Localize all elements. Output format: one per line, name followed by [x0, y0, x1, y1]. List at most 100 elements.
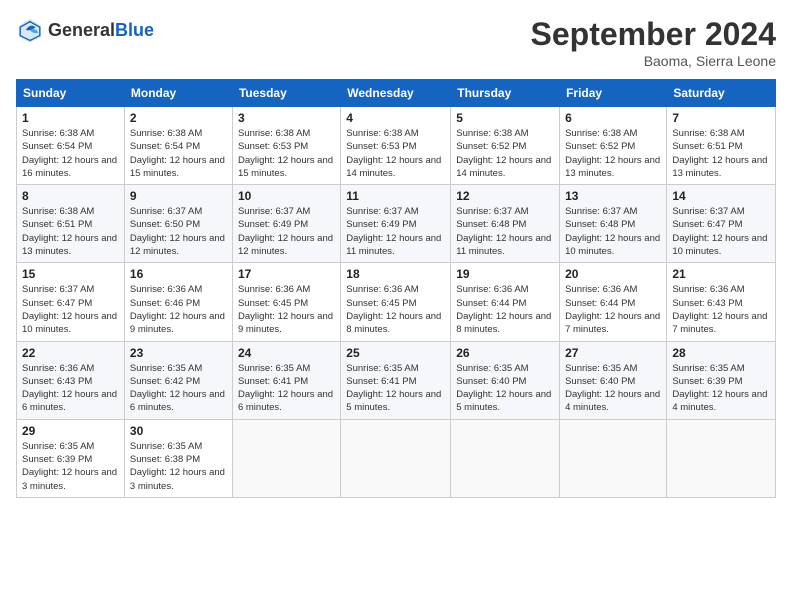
- day-info: Sunrise: 6:36 AMSunset: 6:44 PMDaylight:…: [565, 283, 661, 336]
- day-info: Sunrise: 6:36 AMSunset: 6:43 PMDaylight:…: [672, 283, 770, 336]
- calendar-cell: 26Sunrise: 6:35 AMSunset: 6:40 PMDayligh…: [451, 341, 560, 419]
- page-header: GeneralBlue September 2024 Baoma, Sierra…: [16, 16, 776, 69]
- day-number: 6: [565, 111, 661, 125]
- day-info: Sunrise: 6:36 AMSunset: 6:45 PMDaylight:…: [238, 283, 335, 336]
- calendar-cell: [232, 419, 340, 497]
- location-title: Baoma, Sierra Leone: [531, 53, 776, 69]
- calendar-cell: 8 Sunrise: 6:38 AMSunset: 6:51 PMDaylight…: [17, 185, 125, 263]
- logo-blue: Blue: [115, 20, 154, 40]
- day-info: Sunrise: 6:37 AMSunset: 6:49 PMDaylight:…: [346, 205, 445, 258]
- day-number: 7: [672, 111, 770, 125]
- calendar-cell: 19Sunrise: 6:36 AMSunset: 6:44 PMDayligh…: [451, 263, 560, 341]
- calendar-cell: 5 Sunrise: 6:38 AMSunset: 6:52 PMDaylight…: [451, 107, 560, 185]
- calendar-cell: 17 Sunrise: 6:36 AMSunset: 6:45 PMDayligh…: [232, 263, 340, 341]
- day-number: 24: [238, 346, 335, 360]
- day-number: 29: [22, 424, 119, 438]
- calendar-cell: 22Sunrise: 6:36 AMSunset: 6:43 PMDayligh…: [17, 341, 125, 419]
- day-info: Sunrise: 6:36 AMSunset: 6:43 PMDaylight:…: [22, 362, 119, 415]
- day-number: 3: [238, 111, 335, 125]
- day-number: 8: [22, 189, 119, 203]
- weekday-header-sunday: Sunday: [17, 80, 125, 107]
- calendar-cell: 2 Sunrise: 6:38 AMSunset: 6:54 PMDaylight…: [124, 107, 232, 185]
- day-number: 14: [672, 189, 770, 203]
- logo-text: GeneralBlue: [48, 20, 154, 41]
- day-number: 16: [130, 267, 227, 281]
- logo: GeneralBlue: [16, 16, 154, 44]
- calendar-cell: 27 Sunrise: 6:35 AMSunset: 6:40 PMDayligh…: [560, 341, 667, 419]
- calendar-cell: 7 Sunrise: 6:38 AMSunset: 6:51 PMDaylight…: [667, 107, 776, 185]
- day-info: Sunrise: 6:38 AMSunset: 6:51 PMDaylight:…: [22, 205, 119, 258]
- day-info: Sunrise: 6:35 AMSunset: 6:38 PMDaylight:…: [130, 440, 227, 493]
- calendar-cell: 21 Sunrise: 6:36 AMSunset: 6:43 PMDayligh…: [667, 263, 776, 341]
- calendar-cell: [560, 419, 667, 497]
- calendar-cell: 28 Sunrise: 6:35 AMSunset: 6:39 PMDayligh…: [667, 341, 776, 419]
- day-info: Sunrise: 6:38 AMSunset: 6:53 PMDaylight:…: [346, 127, 445, 180]
- day-number: 15: [22, 267, 119, 281]
- day-number: 21: [672, 267, 770, 281]
- day-number: 9: [130, 189, 227, 203]
- day-number: 5: [456, 111, 554, 125]
- weekday-header-thursday: Thursday: [451, 80, 560, 107]
- calendar-cell: [341, 419, 451, 497]
- day-info: Sunrise: 6:38 AMSunset: 6:54 PMDaylight:…: [22, 127, 119, 180]
- day-number: 26: [456, 346, 554, 360]
- day-number: 11: [346, 189, 445, 203]
- day-number: 13: [565, 189, 661, 203]
- calendar-cell: 29Sunrise: 6:35 AMSunset: 6:39 PMDayligh…: [17, 419, 125, 497]
- week-row-5: 29Sunrise: 6:35 AMSunset: 6:39 PMDayligh…: [17, 419, 776, 497]
- day-info: Sunrise: 6:35 AMSunset: 6:42 PMDaylight:…: [130, 362, 227, 415]
- day-info: Sunrise: 6:38 AMSunset: 6:51 PMDaylight:…: [672, 127, 770, 180]
- day-number: 27: [565, 346, 661, 360]
- day-info: Sunrise: 6:36 AMSunset: 6:45 PMDaylight:…: [346, 283, 445, 336]
- calendar-cell: 30 Sunrise: 6:35 AMSunset: 6:38 PMDayligh…: [124, 419, 232, 497]
- calendar-cell: 13 Sunrise: 6:37 AMSunset: 6:48 PMDayligh…: [560, 185, 667, 263]
- day-number: 12: [456, 189, 554, 203]
- day-number: 17: [238, 267, 335, 281]
- day-number: 2: [130, 111, 227, 125]
- day-info: Sunrise: 6:37 AMSunset: 6:47 PMDaylight:…: [672, 205, 770, 258]
- calendar-cell: 15 Sunrise: 6:37 AMSunset: 6:47 PMDayligh…: [17, 263, 125, 341]
- weekday-header-saturday: Saturday: [667, 80, 776, 107]
- day-number: 23: [130, 346, 227, 360]
- weekday-header-tuesday: Tuesday: [232, 80, 340, 107]
- calendar-cell: 1 Sunrise: 6:38 AMSunset: 6:54 PMDaylight…: [17, 107, 125, 185]
- day-number: 25: [346, 346, 445, 360]
- day-info: Sunrise: 6:38 AMSunset: 6:52 PMDaylight:…: [456, 127, 554, 180]
- day-number: 28: [672, 346, 770, 360]
- calendar-cell: 11 Sunrise: 6:37 AMSunset: 6:49 PMDayligh…: [341, 185, 451, 263]
- calendar-cell: 25Sunrise: 6:35 AMSunset: 6:41 PMDayligh…: [341, 341, 451, 419]
- week-row-2: 8 Sunrise: 6:38 AMSunset: 6:51 PMDaylight…: [17, 185, 776, 263]
- calendar-cell: 23 Sunrise: 6:35 AMSunset: 6:42 PMDayligh…: [124, 341, 232, 419]
- calendar-cell: 24 Sunrise: 6:35 AMSunset: 6:41 PMDayligh…: [232, 341, 340, 419]
- week-row-4: 22Sunrise: 6:36 AMSunset: 6:43 PMDayligh…: [17, 341, 776, 419]
- day-info: Sunrise: 6:37 AMSunset: 6:47 PMDaylight:…: [22, 283, 119, 336]
- day-info: Sunrise: 6:38 AMSunset: 6:54 PMDaylight:…: [130, 127, 227, 180]
- day-info: Sunrise: 6:38 AMSunset: 6:53 PMDaylight:…: [238, 127, 335, 180]
- weekday-header-wednesday: Wednesday: [341, 80, 451, 107]
- title-block: September 2024 Baoma, Sierra Leone: [531, 16, 776, 69]
- day-info: Sunrise: 6:35 AMSunset: 6:39 PMDaylight:…: [672, 362, 770, 415]
- day-info: Sunrise: 6:38 AMSunset: 6:52 PMDaylight:…: [565, 127, 661, 180]
- calendar-cell: 9Sunrise: 6:37 AMSunset: 6:50 PMDaylight…: [124, 185, 232, 263]
- weekday-header-monday: Monday: [124, 80, 232, 107]
- day-info: Sunrise: 6:36 AMSunset: 6:44 PMDaylight:…: [456, 283, 554, 336]
- calendar-cell: 18Sunrise: 6:36 AMSunset: 6:45 PMDayligh…: [341, 263, 451, 341]
- day-number: 1: [22, 111, 119, 125]
- calendar-cell: 3 Sunrise: 6:38 AMSunset: 6:53 PMDaylight…: [232, 107, 340, 185]
- day-info: Sunrise: 6:37 AMSunset: 6:48 PMDaylight:…: [456, 205, 554, 258]
- calendar-cell: 12 Sunrise: 6:37 AMSunset: 6:48 PMDayligh…: [451, 185, 560, 263]
- calendar-cell: 4 Sunrise: 6:38 AMSunset: 6:53 PMDaylight…: [341, 107, 451, 185]
- week-row-1: 1 Sunrise: 6:38 AMSunset: 6:54 PMDaylight…: [17, 107, 776, 185]
- day-number: 30: [130, 424, 227, 438]
- calendar-cell: [451, 419, 560, 497]
- calendar-cell: 10Sunrise: 6:37 AMSunset: 6:49 PMDayligh…: [232, 185, 340, 263]
- day-info: Sunrise: 6:35 AMSunset: 6:40 PMDaylight:…: [565, 362, 661, 415]
- day-info: Sunrise: 6:37 AMSunset: 6:48 PMDaylight:…: [565, 205, 661, 258]
- logo-icon: [16, 16, 44, 44]
- day-info: Sunrise: 6:35 AMSunset: 6:41 PMDaylight:…: [238, 362, 335, 415]
- calendar-cell: 14 Sunrise: 6:37 AMSunset: 6:47 PMDayligh…: [667, 185, 776, 263]
- calendar-cell: [667, 419, 776, 497]
- month-title: September 2024: [531, 16, 776, 53]
- weekday-header-friday: Friday: [560, 80, 667, 107]
- day-number: 4: [346, 111, 445, 125]
